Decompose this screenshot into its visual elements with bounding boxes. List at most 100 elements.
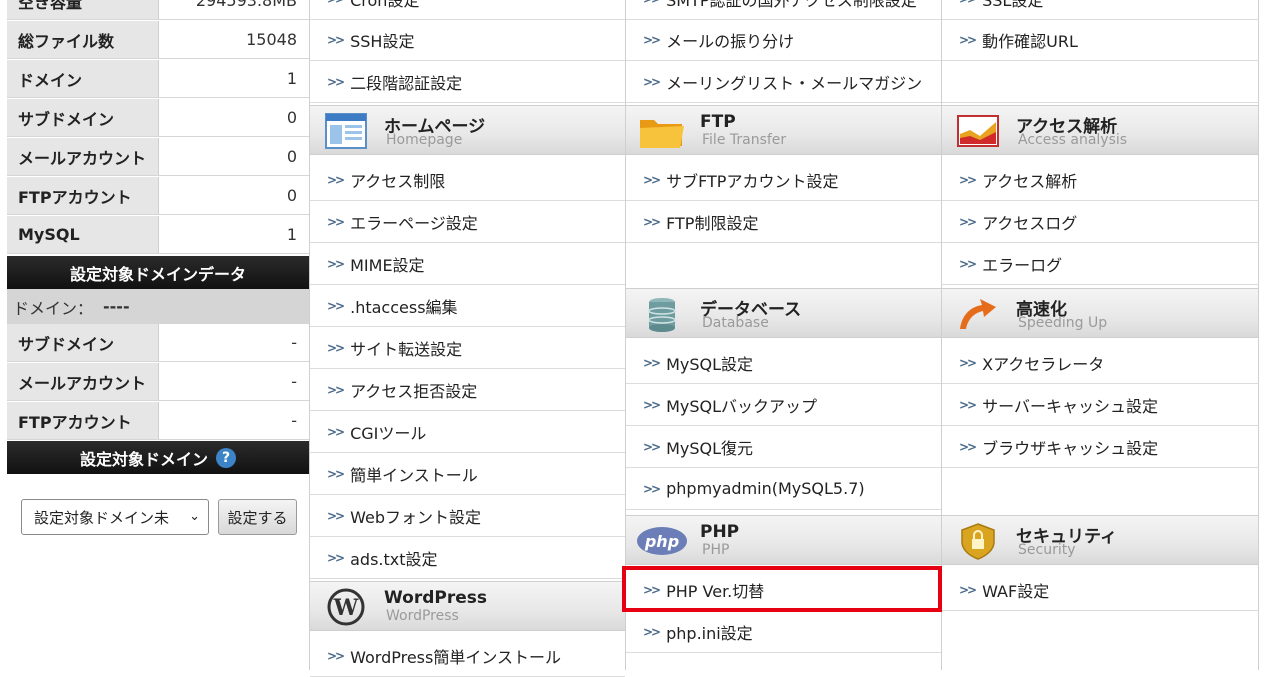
menu-item-label: CGIツール <box>350 423 427 443</box>
menu-item-two-factor[interactable]: >> 二段階認証設定 <box>310 61 625 103</box>
arrow-icon: >> <box>959 172 977 187</box>
section-header-access-analysis: アクセス解析 Access analysis <box>942 105 1258 155</box>
php-logo-text: php <box>644 532 679 551</box>
arrow-icon: >> <box>327 74 345 89</box>
arrow-icon: >> <box>959 582 977 597</box>
arrow-icon: >> <box>959 0 977 6</box>
menu-item-wordpress-install[interactable]: >> WordPress簡単インストール <box>310 635 625 677</box>
menu-column-3: >> SSL設定 >> 動作確認URL アクセス解析 Access analysis… <box>942 0 1259 670</box>
section-subtitle: Access analysis <box>1018 132 1128 148</box>
menu-item-access-restriction[interactable]: >> アクセス制限 <box>310 159 625 201</box>
menu-item-cron[interactable]: >> Cron設定 <box>310 0 625 20</box>
menu-item-label: アクセスログ <box>982 213 1078 233</box>
arrow-icon: >> <box>643 32 661 47</box>
stat-row-subdomains: サブドメイン 0 <box>7 99 309 137</box>
menu-item-ftp-restriction[interactable]: >> FTP制限設定 <box>626 201 941 243</box>
menu-item-php-ini[interactable]: >> php.ini設定 <box>626 611 941 653</box>
arrow-icon: >> <box>959 256 977 271</box>
stat-value: 1 <box>286 225 297 244</box>
section-header-homepage: ホームページ Homepage <box>310 105 625 155</box>
menu-item-label: MySQLバックアップ <box>666 396 818 416</box>
menu-item-label: エラーページ設定 <box>350 213 478 233</box>
arrow-icon: >> <box>327 466 345 481</box>
menu-item-smtp-restriction[interactable]: >> SMTP認証の国外アクセス制限設定 <box>626 0 941 20</box>
empty-cell <box>626 243 941 289</box>
stat-row-total-files: 総ファイル数 15048 <box>7 21 309 59</box>
menu-item-label: MySQL復元 <box>666 438 754 458</box>
stat-value: 15048 <box>246 30 297 49</box>
menu-item-mail-filter[interactable]: >> メールの振り分け <box>626 19 941 61</box>
menu-item-ads-txt[interactable]: >> ads.txt設定 <box>310 537 625 579</box>
section-subtitle: PHP <box>702 542 730 558</box>
section-title: FTP <box>700 112 736 132</box>
stat-row-domains: ドメイン 1 <box>7 60 309 98</box>
menu-item-test-url[interactable]: >> 動作確認URL <box>942 19 1258 61</box>
menu-item-label: 二段階認証設定 <box>350 73 463 93</box>
menu-item-label: MIME設定 <box>350 255 425 275</box>
menu-item-x-accelerator[interactable]: >> Xアクセラレータ <box>942 342 1258 384</box>
domain-stat-row-ftp-accounts: FTPアカウント - <box>7 402 309 440</box>
section-title: PHP <box>700 522 740 542</box>
section-header-php: php PHP PHP <box>626 515 941 565</box>
menu-item-label: SMTP認証の国外アクセス制限設定 <box>666 0 917 10</box>
menu-item-sub-ftp-account[interactable]: >> サブFTPアカウント設定 <box>626 159 941 201</box>
arrow-icon: >> <box>327 214 345 229</box>
menu-item-web-font[interactable]: >> Webフォント設定 <box>310 495 625 537</box>
menu-column-1: >> Cron設定 >> SSH設定 >> 二段階認証設定 ホームページ Homepa… <box>310 0 626 677</box>
menu-item-phpmyadmin[interactable]: >> phpmyadmin(MySQL5.7) <box>626 468 941 510</box>
menu-item-ssh[interactable]: >> SSH設定 <box>310 19 625 61</box>
menu-item-easy-install[interactable]: >> 簡単インストール <box>310 453 625 495</box>
arrow-icon: >> <box>643 214 661 229</box>
domain-label: ドメイン： <box>13 298 94 318</box>
menu-item-error-page[interactable]: >> エラーページ設定 <box>310 201 625 243</box>
arrow-icon: >> <box>643 439 661 454</box>
menu-item-mysql-settings[interactable]: >> MySQL設定 <box>626 342 941 384</box>
stat-label: ドメイン <box>7 60 159 97</box>
stat-row-free-space: 空き容量 294593.8MB <box>7 0 309 20</box>
menu-item-ssl[interactable]: >> SSL設定 <box>942 0 1258 20</box>
stat-label: FTPアカウント <box>7 402 159 439</box>
menu-item-label: メールの振り分け <box>666 31 795 51</box>
set-domain-button[interactable]: 設定する <box>218 499 297 535</box>
chart-icon <box>957 115 999 147</box>
menu-item-mailing-list[interactable]: >> メーリングリスト・メールマガジン <box>626 61 941 103</box>
section-subtitle: Homepage <box>386 132 463 148</box>
menu-item-label: .htaccess編集 <box>350 297 458 317</box>
menu-item-cgi-tool[interactable]: >> CGIツール <box>310 411 625 453</box>
highlight-box <box>622 566 942 612</box>
menu-item-label: php.ini設定 <box>666 623 753 643</box>
menu-item-label: サイト転送設定 <box>350 339 463 359</box>
menu-item-site-redirect[interactable]: >> サイト転送設定 <box>310 327 625 369</box>
menu-item-access-analysis[interactable]: >> アクセス解析 <box>942 159 1258 201</box>
target-domain-row: ドメイン： ---- <box>7 289 309 324</box>
menu-item-waf[interactable]: >> WAF設定 <box>942 569 1258 611</box>
stat-label: 総ファイル数 <box>7 21 159 58</box>
menu-item-mysql-restore[interactable]: >> MySQL復元 <box>626 426 941 468</box>
menu-item-label: サーバーキャッシュ設定 <box>982 396 1158 416</box>
menu-item-htaccess[interactable]: >> .htaccess編集 <box>310 285 625 327</box>
menu-item-access-deny[interactable]: >> アクセス拒否設定 <box>310 369 625 411</box>
help-icon[interactable]: ? <box>216 447 236 468</box>
domain-stat-row-mail-accounts: メールアカウント - <box>7 363 309 401</box>
stat-label: サブドメイン <box>7 99 159 136</box>
menu-item-label: アクセス制限 <box>350 171 446 191</box>
menu-item-label: WordPress簡単インストール <box>350 647 562 667</box>
arrow-icon: >> <box>959 32 977 47</box>
domain-select[interactable]: 設定対象ドメイン未 ⌄ <box>21 499 209 535</box>
menu-item-mysql-backup[interactable]: >> MySQLバックアップ <box>626 384 941 426</box>
menu-item-label: 簡単インストール <box>350 465 478 485</box>
speed-arrow-icon <box>960 299 996 329</box>
menu-item-mime[interactable]: >> MIME設定 <box>310 243 625 285</box>
stat-value: - <box>291 411 297 430</box>
section-subtitle: WordPress <box>386 608 459 624</box>
empty-cell <box>942 468 1258 516</box>
menu-item-browser-cache[interactable]: >> ブラウザキャッシュ設定 <box>942 426 1258 468</box>
menu-item-label: アクセス拒否設定 <box>350 381 478 401</box>
stat-label: FTPアカウント <box>7 177 159 214</box>
menu-item-access-log[interactable]: >> アクセスログ <box>942 201 1258 243</box>
stat-label: サブドメイン <box>7 324 159 361</box>
wordpress-icon: W <box>327 588 365 626</box>
stat-row-ftp-accounts: FTPアカウント 0 <box>7 177 309 215</box>
menu-item-error-log[interactable]: >> エラーログ <box>942 243 1258 285</box>
menu-item-server-cache[interactable]: >> サーバーキャッシュ設定 <box>942 384 1258 426</box>
